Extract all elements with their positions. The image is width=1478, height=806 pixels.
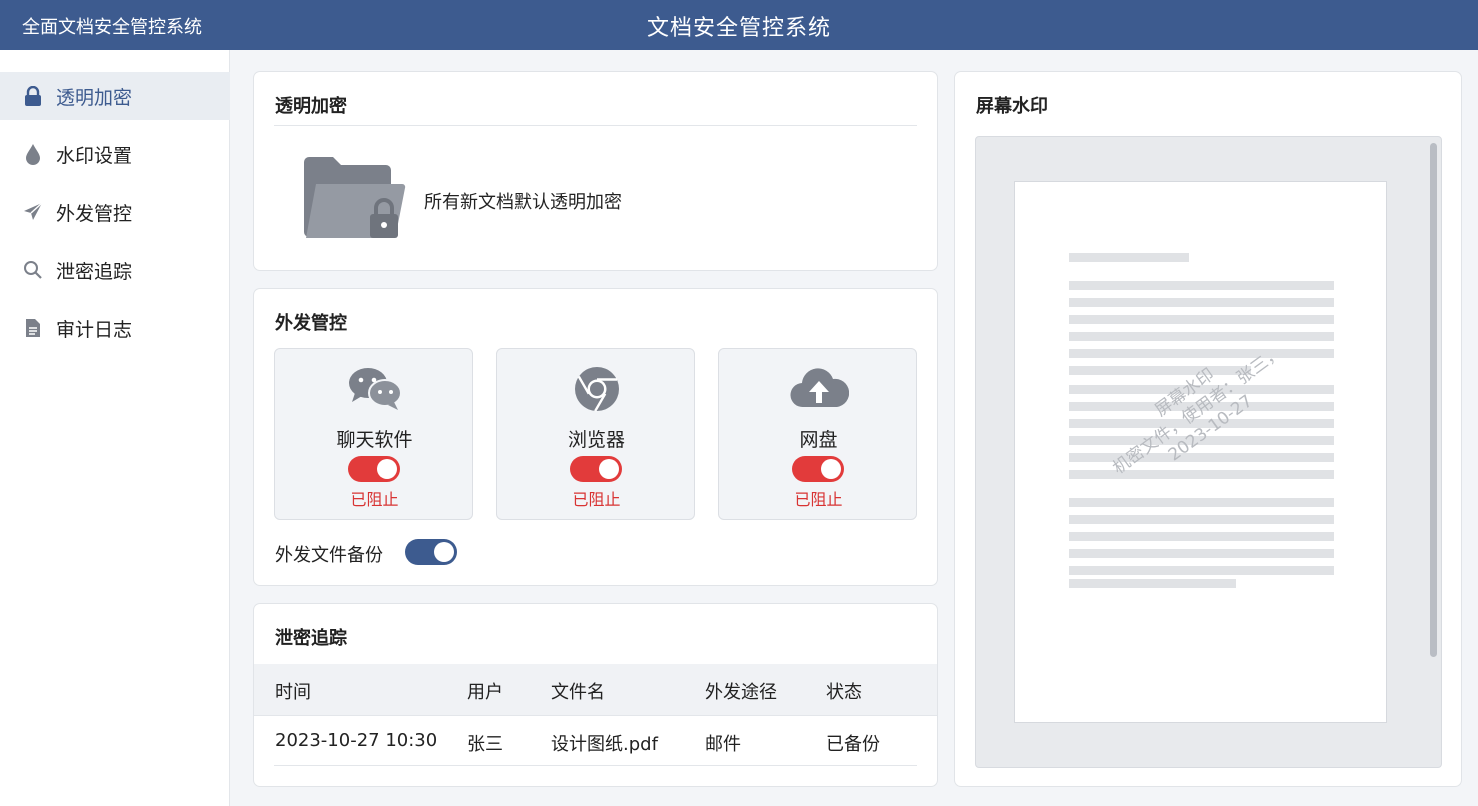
divider xyxy=(274,765,917,766)
channel-chat-software: 聊天软件 已阻止 xyxy=(274,348,473,520)
column-header-status: 状态 xyxy=(826,682,862,703)
watermark-preview: 屏幕水印 机密文件，使用者：张三， 2023-10-27 xyxy=(975,136,1442,768)
text-line xyxy=(1069,515,1334,524)
cell-status: 已备份 xyxy=(826,734,880,755)
text-line xyxy=(1069,281,1334,290)
text-line xyxy=(1069,253,1189,262)
cloud-upload-icon xyxy=(719,365,918,413)
channel-status: 已阻止 xyxy=(350,490,399,509)
cell-time: 2023-10-27 10:30 xyxy=(275,730,438,751)
text-line xyxy=(1069,579,1236,588)
column-header-time: 时间 xyxy=(275,682,311,703)
search-icon xyxy=(22,259,44,281)
encryption-description: 所有新文档默认透明加密 xyxy=(424,192,622,213)
lock-icon xyxy=(22,85,44,107)
sidebar-item-outbound-control[interactable]: 外发管控 xyxy=(0,188,230,236)
screen-watermark-card: 屏幕水印 屏幕水印 机密文件，使用者：张三， 2023-10-27 xyxy=(954,71,1462,787)
channel-browser: 浏览器 已阻止 xyxy=(496,348,695,520)
text-line xyxy=(1069,566,1334,575)
cell-user: 张三 xyxy=(467,734,503,755)
encryption-card-title: 透明加密 xyxy=(275,96,347,117)
sidebar-item-audit-log[interactable]: 审计日志 xyxy=(0,304,230,352)
sidebar-item-watermark-settings[interactable]: 水印设置 xyxy=(0,130,230,178)
text-line xyxy=(1069,549,1334,558)
sidebar-item-label: 透明加密 xyxy=(56,86,133,109)
column-header-channel: 外发途径 xyxy=(705,682,777,703)
leak-tracking-card: 泄密追踪 时间 用户 文件名 外发途径 状态 2023-10-27 10:30 … xyxy=(253,603,938,787)
document-icon xyxy=(22,317,44,339)
leak-card-title: 泄密追踪 xyxy=(275,628,347,649)
cell-filename: 设计图纸.pdf xyxy=(551,734,658,755)
column-header-filename: 文件名 xyxy=(551,682,605,703)
locked-folder-icon xyxy=(302,154,406,246)
sidebar-item-leak-tracking[interactable]: 泄密追踪 xyxy=(0,246,230,294)
channel-status: 已阻止 xyxy=(572,490,621,509)
backup-label: 外发文件备份 xyxy=(275,545,383,566)
table-header: 时间 用户 文件名 外发途径 状态 xyxy=(254,664,937,715)
cell-channel: 邮件 xyxy=(705,734,741,755)
browser-icon xyxy=(497,365,696,413)
chat-block-toggle[interactable] xyxy=(348,456,400,482)
watermark-card-title: 屏幕水印 xyxy=(976,96,1048,117)
sidebar-item-label: 审计日志 xyxy=(56,318,133,341)
top-bar: 全面文档安全管控系统 文档安全管控系统 xyxy=(0,0,1478,50)
channel-label: 聊天软件 xyxy=(336,429,413,451)
browser-block-toggle[interactable] xyxy=(570,456,622,482)
outbound-control-card: 外发管控 聊天软件 已阻止 浏览器 已阻止 网盘 已阻止 外发文件备份 xyxy=(253,288,938,586)
page-title: 文档安全管控系统 xyxy=(646,16,831,41)
text-line xyxy=(1069,532,1334,541)
backup-toggle[interactable] xyxy=(405,539,457,565)
scrollbar[interactable] xyxy=(1430,143,1437,657)
document-page: 屏幕水印 机密文件，使用者：张三， 2023-10-27 xyxy=(1014,181,1387,723)
sidebar-item-label: 水印设置 xyxy=(56,144,133,167)
cloud-drive-block-toggle[interactable] xyxy=(792,456,844,482)
paper-plane-icon xyxy=(22,201,44,223)
sidebar: 透明加密 水印设置 外发管控 泄密追踪 审计日志 xyxy=(0,50,230,806)
encryption-card: 透明加密 所有新文档默认透明加密 xyxy=(253,71,938,271)
sidebar-item-transparent-encryption[interactable]: 透明加密 xyxy=(0,72,230,120)
channel-label: 浏览器 xyxy=(567,429,625,451)
channel-status: 已阻止 xyxy=(794,490,843,509)
outbound-card-title: 外发管控 xyxy=(275,313,347,334)
sidebar-item-label: 泄密追踪 xyxy=(56,260,133,283)
channel-label: 网盘 xyxy=(799,429,838,451)
channel-cloud-drive: 网盘 已阻止 xyxy=(718,348,917,520)
sidebar-item-label: 外发管控 xyxy=(56,202,133,225)
chat-icon xyxy=(275,365,474,413)
table-row[interactable]: 2023-10-27 10:30 张三 设计图纸.pdf 邮件 已备份 xyxy=(254,715,937,766)
divider xyxy=(274,125,917,126)
column-header-user: 用户 xyxy=(467,682,503,703)
droplet-icon xyxy=(22,143,44,165)
